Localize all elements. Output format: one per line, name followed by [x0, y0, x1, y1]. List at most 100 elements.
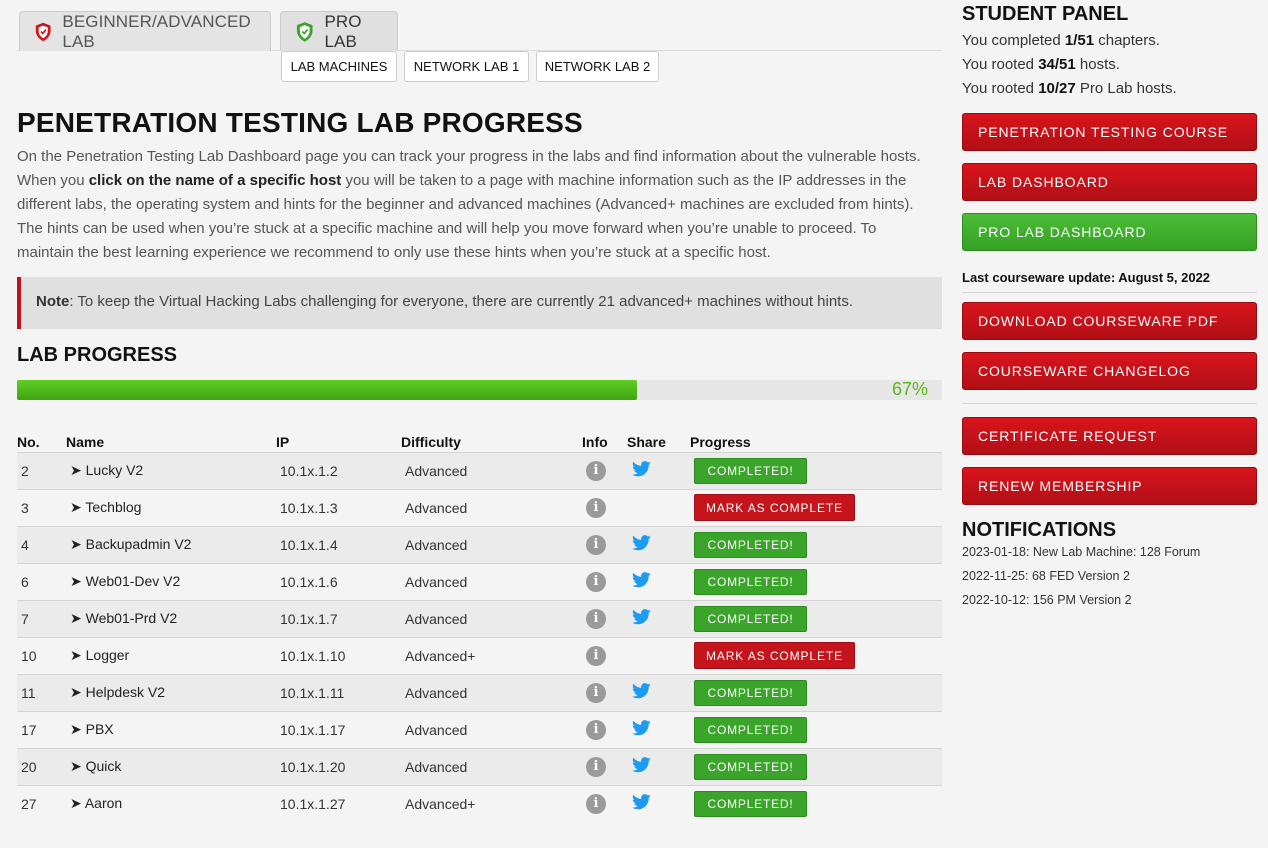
renew-membership-button[interactable]: RENEW MEMBERSHIP	[962, 467, 1257, 505]
cell-progress: COMPLETED!	[690, 562, 942, 600]
completed-button[interactable]: COMPLETED!	[694, 679, 807, 706]
stat-text: Pro Lab hosts.	[1075, 80, 1177, 97]
courseware-changelog-button[interactable]: COURSEWARE CHANGELOG	[962, 352, 1257, 390]
pro-lab-dashboard-button[interactable]: PRO LAB DASHBOARD	[962, 213, 1257, 251]
lab-progress-percent: 67%	[891, 379, 928, 399]
cell-share	[627, 525, 690, 563]
header-no: No.	[17, 434, 40, 451]
host-link[interactable]: ➤ Logger	[70, 647, 129, 663]
certificate-request-button[interactable]: CERTIFICATE REQUEST	[962, 417, 1257, 455]
completed-button[interactable]: COMPLETED!	[694, 716, 807, 743]
cell-share	[627, 710, 690, 748]
cell-ip: 10.1x.1.4	[276, 525, 401, 563]
info-circle-icon[interactable]: i	[586, 645, 606, 666]
header-info: Info	[582, 434, 608, 451]
tab-label: PRO LAB	[324, 11, 362, 51]
cell-name: ➤ Web01-Prd V2	[66, 599, 276, 637]
host-link[interactable]: ➤ Lucky V2	[70, 462, 143, 478]
info-circle-icon[interactable]: i	[586, 460, 606, 481]
twitter-icon[interactable]	[632, 720, 651, 736]
cell-ip: 10.1x.1.10	[276, 636, 401, 674]
cell-name: ➤ Aaron	[66, 784, 276, 822]
table-row: 2 ➤ Lucky V2 10.1x.1.2 Advanced i COMPLETED!	[17, 451, 942, 489]
info-circle-icon[interactable]: i	[586, 793, 606, 814]
cell-share	[627, 599, 690, 637]
download-courseware-pdf-button[interactable]: DOWNLOAD COURSEWARE PDF	[962, 302, 1257, 340]
cell-info: i	[582, 562, 627, 600]
cell-difficulty: Advanced	[401, 747, 582, 785]
cell-progress: MARK AS COMPLETE	[690, 488, 942, 526]
cell-name: ➤ Quick	[66, 747, 276, 785]
twitter-icon[interactable]	[632, 757, 651, 773]
cell-no: 20	[17, 747, 66, 785]
info-circle-icon[interactable]: i	[586, 682, 606, 703]
cell-progress: COMPLETED!	[690, 710, 942, 748]
subtab-lab-machines[interactable]: LAB MACHINES	[281, 51, 397, 82]
host-link[interactable]: ➤ PBX	[70, 721, 114, 737]
subtab-network-lab-2[interactable]: NETWORK LAB 2	[536, 51, 659, 82]
penetration-testing-course-button[interactable]: PENETRATION TESTING COURSE	[962, 113, 1257, 151]
cell-info: i	[582, 525, 627, 563]
twitter-icon[interactable]	[632, 572, 651, 588]
completed-button[interactable]: COMPLETED!	[694, 753, 807, 780]
page-title: PENETRATION TESTING LAB PROGRESS	[17, 107, 583, 138]
host-link[interactable]: ➤ Web01-Dev V2	[70, 573, 180, 589]
cell-info: i	[582, 488, 627, 526]
cell-ip: 10.1x.1.17	[276, 710, 401, 748]
cell-name: ➤ Backupadmin V2	[66, 525, 276, 563]
cell-info: i	[582, 784, 627, 822]
stat-chapters: You completed 1/51 chapters.	[962, 29, 1257, 53]
cell-no: 7	[17, 599, 66, 637]
stat-text: hosts.	[1075, 56, 1120, 73]
table-row: 17 ➤ PBX 10.1x.1.17 Advanced i COMPLETED!	[17, 710, 942, 748]
table-row: 3 ➤ Techblog 10.1x.1.3 Advanced i MARK AS COM…	[17, 488, 942, 526]
twitter-icon[interactable]	[632, 535, 651, 551]
table-row: 4 ➤ Backupadmin V2 10.1x.1.4 Advanced i COMPL…	[17, 525, 942, 563]
lab-dashboard-button[interactable]: LAB DASHBOARD	[962, 163, 1257, 201]
cell-no: 27	[17, 784, 66, 822]
host-link[interactable]: ➤ Web01-Prd V2	[70, 610, 177, 626]
host-link[interactable]: ➤ Backupadmin V2	[70, 536, 191, 552]
info-circle-icon[interactable]: i	[586, 719, 606, 740]
cell-progress: COMPLETED!	[690, 747, 942, 785]
completed-button[interactable]: COMPLETED!	[694, 790, 807, 817]
completed-button[interactable]: COMPLETED!	[694, 457, 807, 484]
info-circle-icon[interactable]: i	[586, 571, 606, 592]
info-circle-icon[interactable]: i	[586, 756, 606, 777]
host-link[interactable]: ➤ Quick	[70, 758, 121, 774]
cell-share	[627, 488, 690, 526]
red-shield-icon	[35, 22, 51, 41]
tab-beginner-advanced-lab[interactable]: BEGINNER/ADVANCED LAB	[19, 11, 271, 51]
twitter-icon[interactable]	[632, 461, 651, 477]
stat-text: You rooted	[962, 56, 1039, 73]
tab-label: BEGINNER/ADVANCED LAB	[62, 11, 251, 51]
completed-button[interactable]: COMPLETED!	[694, 568, 807, 595]
completed-button[interactable]: COMPLETED!	[694, 531, 807, 558]
subtab-network-lab-1[interactable]: NETWORK LAB 1	[404, 51, 529, 82]
cell-ip: 10.1x.1.7	[276, 599, 401, 637]
table-row: 11 ➤ Helpdesk V2 10.1x.1.11 Advanced i COMPLE…	[17, 673, 942, 711]
host-link[interactable]: ➤ Techblog	[70, 499, 141, 515]
twitter-icon[interactable]	[632, 609, 651, 625]
cell-difficulty: Advanced	[401, 451, 582, 489]
cell-no: 4	[17, 525, 66, 563]
cell-name: ➤ Lucky V2	[66, 451, 276, 489]
completed-button[interactable]: COMPLETED!	[694, 605, 807, 632]
host-link[interactable]: ➤ Aaron	[70, 795, 122, 811]
info-circle-icon[interactable]: i	[586, 608, 606, 629]
mark-as-complete-button[interactable]: MARK AS COMPLETE	[694, 494, 855, 521]
twitter-icon[interactable]	[632, 683, 651, 699]
cell-progress: COMPLETED!	[690, 673, 942, 711]
mark-as-complete-button[interactable]: MARK AS COMPLETE	[694, 642, 855, 669]
cell-progress: MARK AS COMPLETE	[690, 636, 942, 674]
info-circle-icon[interactable]: i	[586, 497, 606, 518]
cell-info: i	[582, 636, 627, 674]
host-link[interactable]: ➤ Helpdesk V2	[70, 684, 165, 700]
cell-difficulty: Advanced	[401, 488, 582, 526]
tab-pro-lab[interactable]: PRO LAB	[280, 11, 398, 51]
twitter-icon[interactable]	[632, 794, 651, 810]
cell-name: ➤ Techblog	[66, 488, 276, 526]
stat-text: You rooted	[962, 80, 1039, 97]
courseware-update-text: Last courseware update: August 5, 2022	[962, 270, 1211, 285]
info-circle-icon[interactable]: i	[586, 534, 606, 555]
